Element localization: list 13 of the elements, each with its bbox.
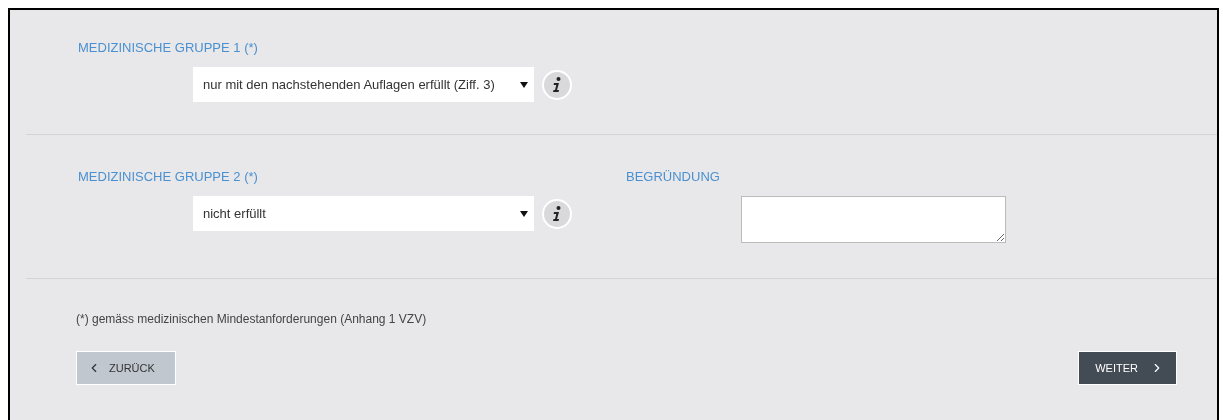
info-icon[interactable] <box>542 69 572 100</box>
footnote: (*) gemäss medizinischen Mindestanforderungen (Anhang 1 VZV) <box>76 311 428 328</box>
section-label: MEDIZINISCHE GRUPPE 1 (*) <box>78 39 259 56</box>
info-icon[interactable] <box>542 198 572 229</box>
reason-field[interactable] <box>741 196 1006 243</box>
section-label: BEGRÜNDUNG <box>626 168 721 185</box>
section-label: MEDIZINISCHE GRUPPE 2 (*) <box>78 168 259 185</box>
next-button[interactable]: WEITER <box>1078 351 1177 385</box>
caret-icon <box>520 210 528 217</box>
back-button[interactable]: ZURÜCK <box>76 351 176 385</box>
dropdown[interactable]: nur mit den nachstehenden Auflagen erfüllt (Ziff. 3) <box>193 67 534 102</box>
dropdown[interactable]: nicht erfüllt <box>193 196 534 231</box>
caret-icon <box>520 81 528 88</box>
